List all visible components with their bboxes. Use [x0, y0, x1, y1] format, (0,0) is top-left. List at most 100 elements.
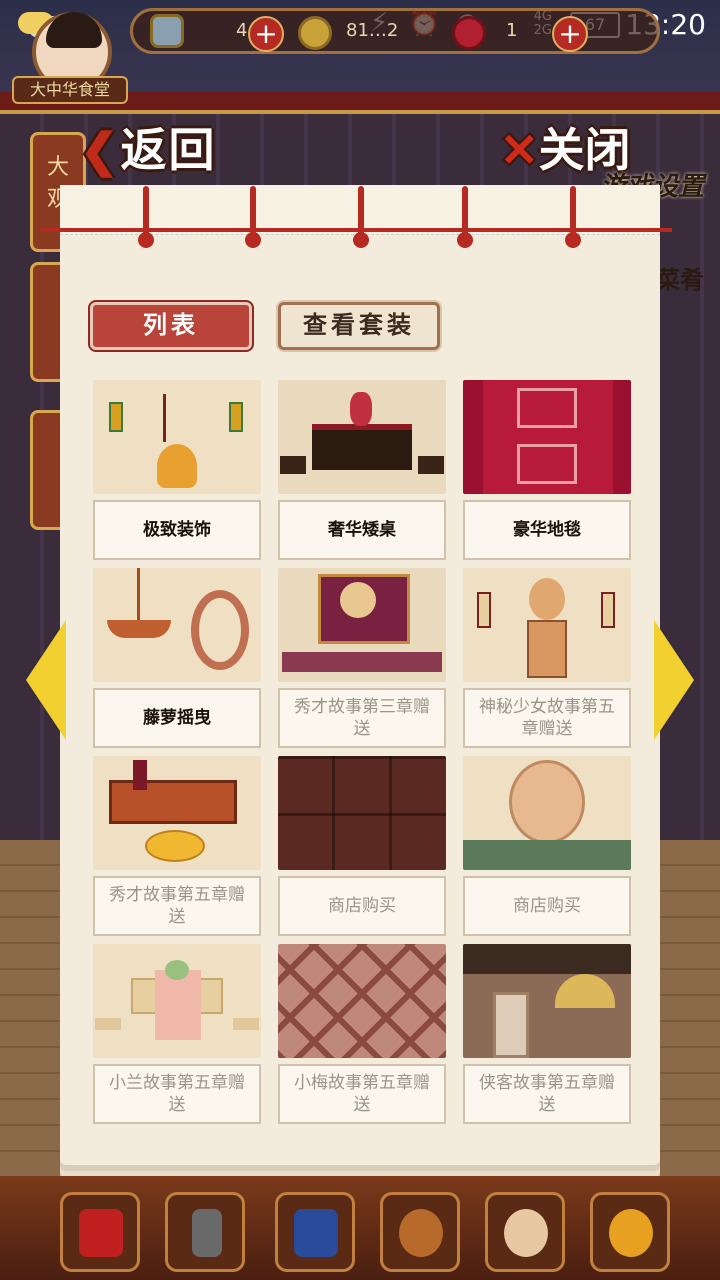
thumbnail-art [517, 444, 577, 484]
thumbnail-art [133, 760, 147, 790]
back-arrow-icon: ❮ [80, 123, 121, 177]
binding-ring [138, 186, 154, 248]
item-thumbnail[interactable] [93, 568, 261, 682]
gift-box-icon [79, 1209, 123, 1257]
tab-list[interactable]: 列表 [90, 302, 252, 350]
thumbnail-art [463, 944, 631, 974]
item-label: 豪华地毯 [463, 500, 631, 560]
thumbnail-art [280, 456, 306, 474]
build-button[interactable] [165, 1192, 245, 1272]
thumbnail-art [312, 424, 412, 470]
resource-value-1: 4 [236, 20, 248, 41]
item-thumbnail[interactable] [463, 944, 631, 1058]
chef-icon [504, 1209, 548, 1257]
item-label: 极致装饰 [93, 500, 261, 560]
item-card[interactable]: 藤萝摇曳 [93, 568, 261, 748]
thumbnail-art [233, 1018, 259, 1030]
binding-ring [353, 186, 369, 248]
add-silver-button[interactable]: + [248, 16, 284, 52]
wok-button[interactable] [590, 1192, 670, 1272]
next-page-icon[interactable] [654, 620, 694, 740]
thumbnail-art [350, 392, 372, 426]
wok-icon [609, 1209, 653, 1257]
gift-box-button[interactable] [60, 1192, 140, 1272]
item-label: 侠客故事第五章赠送 [463, 1064, 631, 1124]
item-card[interactable]: 商店购买 [463, 756, 631, 936]
close-icon: ✕ [500, 123, 539, 177]
thumbnail-art [191, 590, 249, 670]
resource-value-3: 1 [506, 20, 518, 41]
item-card[interactable]: 侠客故事第五章赠送 [463, 944, 631, 1124]
thumbnail-art [109, 780, 237, 824]
item-card[interactable]: 豪华地毯 [463, 380, 631, 560]
shop-name: 大中华食堂 [12, 76, 128, 104]
item-thumbnail[interactable] [93, 380, 261, 494]
thumbnail-art [601, 592, 615, 628]
item-card[interactable]: 商店购买 [278, 756, 446, 936]
item-thumbnail[interactable] [278, 568, 446, 682]
heart-icon [452, 16, 486, 50]
recipe-book-button[interactable] [275, 1192, 355, 1272]
binding-ribbon [40, 228, 672, 232]
thumbnail-art [517, 388, 577, 428]
item-card[interactable]: 秀才故事第五章赠送 [93, 756, 261, 936]
thumbnail-art [109, 402, 123, 432]
item-label: 秀才故事第五章赠送 [93, 876, 261, 936]
binding-ring [245, 186, 261, 248]
hammer-icon [192, 1209, 222, 1257]
side-right-label[interactable]: 菜肴 [656, 260, 704, 295]
item-label: 商店购买 [463, 876, 631, 936]
thumbnail-art [282, 652, 442, 672]
thumbnail-art [527, 620, 567, 678]
thumbnail-art [155, 970, 201, 1040]
item-label: 藤萝摇曳 [93, 688, 261, 748]
item-thumbnail[interactable] [463, 756, 631, 870]
back-label: 返回 [120, 123, 217, 177]
item-label: 秀才故事第三章赠送 [278, 688, 446, 748]
thumbnail-art [509, 760, 585, 844]
back-button[interactable]: ❮返回 [80, 114, 250, 177]
binding-ring [457, 186, 473, 248]
thumbnail-art [145, 830, 205, 862]
item-card[interactable]: 秀才故事第三章赠送 [278, 568, 446, 748]
item-card[interactable]: 奢华矮桌 [278, 380, 446, 560]
prev-page-icon[interactable] [26, 620, 66, 740]
thumbnail-art [463, 840, 631, 870]
thumbnail-art [95, 1018, 121, 1030]
add-heart-button[interactable]: + [552, 16, 588, 52]
item-thumbnail[interactable] [93, 944, 261, 1058]
thumbnail-art [463, 974, 631, 1058]
thumbnail-art [229, 402, 243, 432]
item-label: 神秘少女故事第五章赠送 [463, 688, 631, 748]
thumbnail-art [165, 960, 189, 980]
gold-coin-icon [298, 16, 332, 50]
item-label: 奢华矮桌 [278, 500, 446, 560]
item-card[interactable]: 小梅故事第五章赠送 [278, 944, 446, 1124]
thumbnail-art [157, 444, 197, 488]
item-label: 小兰故事第五章赠送 [93, 1064, 261, 1124]
item-thumbnail[interactable] [463, 568, 631, 682]
item-card[interactable]: 小兰故事第五章赠送 [93, 944, 261, 1124]
binding-ring [565, 186, 581, 248]
item-thumbnail[interactable] [278, 380, 446, 494]
silver-ingot-icon [150, 14, 184, 48]
item-label: 商店购买 [278, 876, 446, 936]
thumbnail-art [477, 592, 491, 628]
item-card[interactable]: 极致装饰 [93, 380, 261, 560]
item-thumbnail[interactable] [278, 756, 446, 870]
thumbnail-art [107, 620, 171, 638]
item-thumbnail[interactable] [278, 944, 446, 1058]
item-label: 小梅故事第五章赠送 [278, 1064, 446, 1124]
pot-icon [399, 1209, 443, 1257]
item-card[interactable]: 神秘少女故事第五章赠送 [463, 568, 631, 748]
book-icon [294, 1209, 338, 1257]
item-thumbnail[interactable] [463, 380, 631, 494]
thumbnail-art [340, 582, 376, 618]
item-thumbnail[interactable] [93, 756, 261, 870]
thumbnail-art [163, 394, 183, 442]
resource-value-2: 81…2 [346, 20, 399, 41]
tab-sets[interactable]: 查看套装 [278, 302, 440, 350]
cooking-pot-button[interactable] [380, 1192, 460, 1272]
staff-button[interactable] [485, 1192, 565, 1272]
thumbnail-art [529, 578, 565, 620]
